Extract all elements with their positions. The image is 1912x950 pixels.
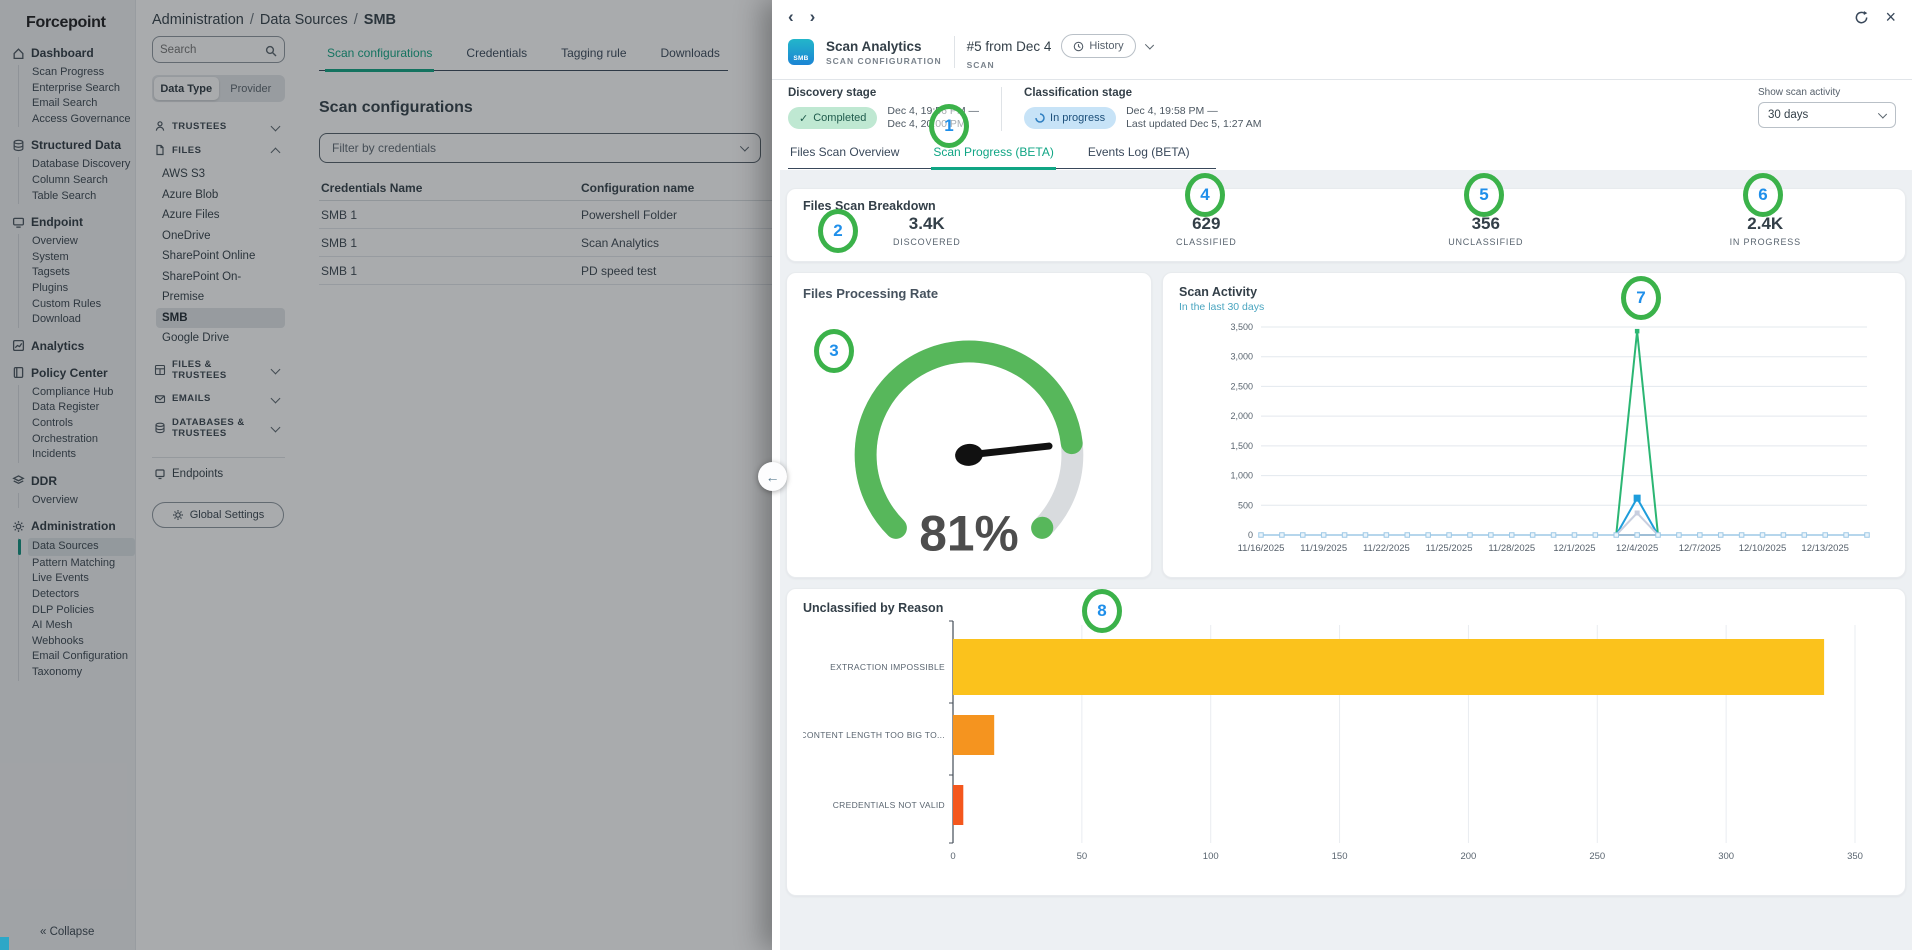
svg-text:12/13/2025: 12/13/2025 — [1801, 543, 1849, 554]
svg-text:11/19/2025: 11/19/2025 — [1300, 543, 1347, 554]
annotation-badge-6: 6 — [1743, 173, 1783, 217]
history-button[interactable]: History — [1061, 34, 1135, 58]
refresh-icon[interactable] — [1854, 10, 1869, 25]
svg-text:1,000: 1,000 — [1230, 471, 1253, 481]
svg-text:100: 100 — [1203, 851, 1219, 862]
stat-unclassified: 356UNCLASSIFIED — [1346, 214, 1626, 247]
status-badge-completed: ✓ Completed — [788, 107, 877, 129]
scan-ref: #5 from Dec 4 — [967, 39, 1052, 54]
svg-text:CONTENT LENGTH TOO BIG TO...: CONTENT LENGTH TOO BIG TO... — [803, 730, 945, 740]
svg-text:3,500: 3,500 — [1230, 322, 1253, 332]
drawer-title: Scan Analytics — [826, 39, 942, 54]
scan-activity-range-select[interactable]: 30 days — [1758, 102, 1896, 128]
history-clock-icon — [1073, 41, 1084, 52]
chevron-down-icon[interactable] — [1145, 40, 1154, 49]
files-scan-breakdown-card: Files Scan Breakdown 3.4KDISCOVERED629CL… — [786, 188, 1906, 262]
svg-text:12/10/2025: 12/10/2025 — [1739, 543, 1787, 554]
scan-activity-subtitle: In the last 30 days — [1179, 301, 1889, 313]
classification-dates: Dec 4, 19:58 PM — Last updated Dec 5, 1:… — [1126, 105, 1261, 131]
svg-text:12/1/2025: 12/1/2025 — [1553, 543, 1595, 554]
drawer-edge-strip — [772, 170, 780, 950]
svg-text:500: 500 — [1238, 500, 1253, 510]
smb-config-icon: SMB — [788, 39, 814, 65]
svg-text:150: 150 — [1332, 851, 1348, 862]
svg-text:12/7/2025: 12/7/2025 — [1679, 543, 1721, 554]
unclassified-by-reason-card: Unclassified by Reason 0 50 100 150 200 250 30… — [786, 588, 1906, 896]
svg-text:11/28/2025: 11/28/2025 — [1488, 543, 1535, 554]
app-root: Forcepoint DashboardScan ProgressEnterpr… — [0, 0, 1912, 950]
annotation-badge-7: 7 — [1621, 276, 1661, 320]
check-icon: ✓ — [799, 112, 808, 125]
svg-text:EXTRACTION IMPOSSIBLE: EXTRACTION IMPOSSIBLE — [830, 662, 945, 672]
modal-dim-overlay[interactable] — [0, 0, 772, 950]
files-processing-rate-card: Files Processing Rate 81% — [786, 272, 1152, 578]
scan-ref-sub: SCAN — [967, 60, 1153, 70]
drawer-subtitle: SCAN CONFIGURATION — [826, 56, 942, 66]
header-divider — [954, 36, 955, 68]
drawer-header: SMB Scan Analytics SCAN CONFIGURATION #5… — [772, 30, 1912, 79]
breakdown-stats: 3.4KDISCOVERED629CLASSIFIED356UNCLASSIFI… — [787, 204, 1905, 247]
status-badge-in-progress: In progress — [1024, 107, 1116, 129]
svg-text:1,500: 1,500 — [1230, 441, 1253, 451]
stat-in-progress: 2.4KIN PROGRESS — [1626, 214, 1906, 247]
annotation-badge-3: 3 — [814, 329, 854, 373]
annotation-badge-5: 5 — [1464, 173, 1504, 217]
stat-classified: 629CLASSIFIED — [1067, 214, 1347, 247]
drawer-tabs: Files Scan OverviewScan Progress (BETA)E… — [788, 140, 1216, 169]
breakdown-title: Files Scan Breakdown — [803, 199, 936, 213]
drawer-content: Files Scan Breakdown 3.4KDISCOVERED629CL… — [772, 170, 1912, 950]
svg-text:12/4/2025: 12/4/2025 — [1616, 543, 1658, 554]
gauge-value: 81% — [919, 505, 1018, 561]
back-icon[interactable]: ‹ — [788, 9, 794, 25]
svg-text:11/22/2025: 11/22/2025 — [1363, 543, 1410, 554]
drawer-topbar: ‹ › × — [772, 0, 1912, 30]
collapse-drawer-button[interactable]: ← — [758, 462, 787, 491]
svg-text:2,000: 2,000 — [1230, 411, 1253, 421]
svg-text:3,000: 3,000 — [1230, 352, 1253, 362]
svg-text:CREDENTIALS NOT VALID: CREDENTIALS NOT VALID — [833, 800, 945, 810]
unclassified-bar-chart: 0 50 100 150 200 250 300 350 EXTRACTION IMPOSSIB… — [803, 615, 1887, 881]
spinner-icon — [1035, 113, 1045, 123]
annotation-badge-8: 8 — [1082, 589, 1122, 633]
unclassified-title: Unclassified by Reason — [803, 601, 1889, 615]
svg-text:200: 200 — [1460, 851, 1476, 862]
bottom-left-artifact — [0, 937, 9, 950]
svg-text:350: 350 — [1847, 851, 1863, 862]
svg-text:11/25/2025: 11/25/2025 — [1426, 543, 1473, 554]
annotation-badge-2: 2 — [818, 209, 858, 253]
discovery-stage: Discovery stage ✓ Completed Dec 4, 19:56… — [788, 87, 1001, 131]
scan-activity-title: Scan Activity — [1179, 285, 1889, 299]
svg-text:11/16/2025: 11/16/2025 — [1238, 543, 1285, 554]
annotation-badge-1: 1 — [929, 104, 969, 148]
gauge-title: Files Processing Rate — [803, 286, 1135, 301]
svg-text:2,500: 2,500 — [1230, 381, 1253, 391]
show-scan-activity: Show scan activity 30 days — [1758, 87, 1896, 131]
close-icon[interactable]: × — [1885, 10, 1896, 25]
svg-text:0: 0 — [1248, 530, 1253, 540]
svg-text:0: 0 — [950, 851, 955, 862]
drawer-tab-files-scan-overview[interactable]: Files Scan Overview — [788, 140, 901, 168]
svg-text:250: 250 — [1589, 851, 1605, 862]
annotation-badge-4: 4 — [1185, 173, 1225, 217]
chevron-down-icon — [1878, 109, 1887, 118]
forward-icon[interactable]: › — [810, 9, 816, 25]
gauge-needle — [954, 435, 1050, 467]
scan-activity-line-chart: 0 500 1,000 1,500 2,000 2,500 3,000 3,500 11/16/… — [1179, 313, 1883, 561]
scan-activity-card: Scan Activity In the last 30 days 0 500 1,… — [1162, 272, 1906, 578]
classification-stage: Classification stage In progress Dec 4, … — [1001, 87, 1283, 131]
drawer-tab-events-log-beta[interactable]: Events Log (BETA) — [1086, 140, 1192, 168]
svg-text:50: 50 — [1077, 851, 1088, 862]
left-arrow-icon: ← — [766, 469, 780, 485]
svg-text:300: 300 — [1718, 851, 1734, 862]
